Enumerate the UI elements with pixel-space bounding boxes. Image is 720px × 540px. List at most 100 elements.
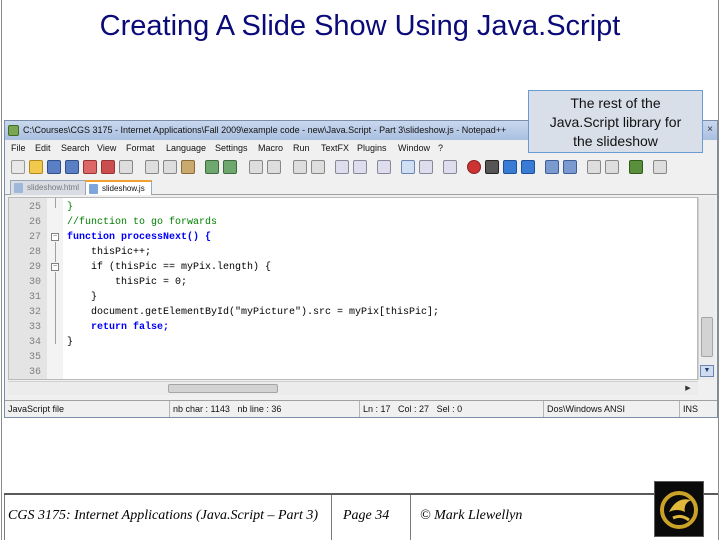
undo-icon[interactable] [205,160,219,174]
close-file-icon[interactable] [83,160,97,174]
line-number: 27 [28,232,41,243]
menu-macro[interactable]: Macro [258,143,283,153]
slide-border-right [718,0,719,540]
save-icon[interactable] [47,160,61,174]
line-number: 30 [28,277,41,288]
tab-slideshow-html[interactable]: slideshow.html [10,180,87,195]
code-line: thisPic = 0; [67,277,188,288]
tab-label: slideshow.html [27,183,80,192]
notepadpp-icon [8,125,19,136]
move-up-icon[interactable] [563,160,577,174]
menu-file[interactable]: File [11,143,26,153]
menu-search[interactable]: Search [61,143,90,153]
code-line: } [67,202,74,213]
record-macro-icon[interactable] [467,160,481,174]
code-line: document.getElementById("myPicture").src… [67,307,440,318]
footer-course: CGS 3175: Internet Applications (Java.Sc… [8,508,319,523]
line-number: 28 [28,247,41,258]
play-macro-icon[interactable] [503,160,517,174]
code-editor[interactable]: 25 26 27 28 29 30 31 32 33 34 35 36 − − … [8,197,698,380]
fold-toggle-icon[interactable]: − [51,233,59,241]
horizontal-scrollbar[interactable]: ▶ [8,381,698,395]
menu-view[interactable]: View [97,143,116,153]
code-line: //function to go forwards [67,217,218,228]
unix-eol-icon[interactable] [605,160,619,174]
footer-page-number: Page 34 [343,508,390,523]
fold-toggle-icon[interactable]: − [51,263,59,271]
line-number: 34 [28,337,41,348]
code-line: if (thisPic == myPix.length) { [67,262,272,273]
play-macro-multiple-icon[interactable] [521,160,535,174]
status-col: Col : 27 [398,404,430,414]
find-icon[interactable] [249,160,263,174]
save-all-icon[interactable] [65,160,79,174]
menu-format[interactable]: Format [126,143,155,153]
line-number: 31 [28,292,41,303]
tab-label: slideshow.js [102,184,145,193]
status-char-line-count: nb char : 1143 nb line : 36 [169,401,359,417]
fold-guide [55,272,56,344]
menu-window[interactable]: Window [398,143,430,153]
print-icon[interactable] [119,160,133,174]
status-ln: Ln : 17 [363,404,391,414]
open-file-icon[interactable] [29,160,43,174]
menu-run[interactable]: Run [293,143,310,153]
window-close-button[interactable]: × [703,123,717,137]
status-nb-line: nb line : 36 [237,404,282,414]
word-wrap-icon[interactable] [377,160,391,174]
menu-edit[interactable]: Edit [35,143,51,153]
callout-box: The rest of the Java.Script library for … [528,90,703,153]
menu-help[interactable]: ? [438,143,443,153]
footer-separator [410,495,411,540]
footer-separator [331,495,332,540]
fold-guide [55,198,56,208]
sync-vertical-icon[interactable] [335,160,349,174]
menu-language[interactable]: Language [166,143,206,153]
footer-separator [4,495,5,540]
spell-check-icon[interactable] [653,160,667,174]
indent-guide-icon[interactable] [419,160,433,174]
move-down-icon[interactable] [545,160,559,174]
menu-textfx[interactable]: TextFX [321,143,349,153]
status-file-type: JavaScript file [8,404,65,414]
replace-icon[interactable] [267,160,281,174]
line-number: 36 [28,367,41,378]
code-line: return false; [67,322,170,333]
new-file-icon[interactable] [11,160,25,174]
mac-eol-icon[interactable] [587,160,601,174]
sync-horizontal-icon[interactable] [353,160,367,174]
show-all-chars-icon[interactable] [401,160,415,174]
horizontal-scroll-thumb[interactable] [168,384,278,393]
line-number: 33 [28,322,41,333]
callout-line: Java.Script library for [549,114,682,130]
status-sel: Sel : 0 [436,404,463,414]
status-eol-encoding: Dos\Windows ANSI [543,401,679,417]
scroll-right-icon[interactable]: ▶ [682,383,694,394]
code-line: thisPic++; [67,247,152,258]
scroll-down-icon[interactable]: ▼ [700,365,714,377]
footer-divider [4,493,718,495]
status-position: Ln : 17 Col : 27 Sel : 0 [359,401,543,417]
user-lang-icon[interactable] [443,160,457,174]
tab-slideshow-js[interactable]: slideshow.js [85,180,152,195]
run-icon[interactable] [629,160,643,174]
vertical-scrollbar[interactable]: ▼ [698,197,715,380]
vertical-scroll-thumb[interactable] [701,317,713,357]
redo-icon[interactable] [223,160,237,174]
zoom-in-icon[interactable] [293,160,307,174]
stop-macro-icon[interactable] [485,160,499,174]
zoom-out-icon[interactable] [311,160,325,174]
copy-icon[interactable] [163,160,177,174]
close-all-icon[interactable] [101,160,115,174]
menu-settings[interactable]: Settings [215,143,248,153]
window-title: C:\Courses\CGS 3175 - Internet Applicati… [23,125,507,135]
line-number: 26 [28,217,41,228]
code-line: function processNext() { [67,232,212,243]
menu-plugins[interactable]: Plugins [357,143,387,153]
line-number: 25 [28,202,41,213]
footer-author: © Mark Llewellyn [420,508,523,523]
notepadpp-window: C:\Courses\CGS 3175 - Internet Applicati… [4,120,718,418]
tab-bar: slideshow.html slideshow.js [5,178,717,195]
paste-icon[interactable] [181,160,195,174]
cut-icon[interactable] [145,160,159,174]
